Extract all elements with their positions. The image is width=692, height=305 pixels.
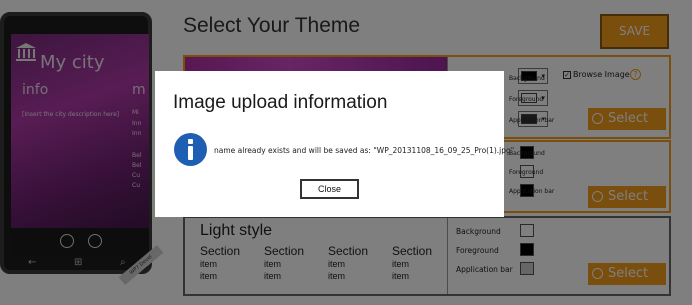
close-button[interactable]: Close [300,179,359,199]
info-icon [174,133,207,166]
dialog-message: name already exists and will be saved as… [214,146,515,155]
image-upload-dialog: Image upload information name already ex… [155,71,514,217]
dialog-title: Image upload information [173,92,388,113]
